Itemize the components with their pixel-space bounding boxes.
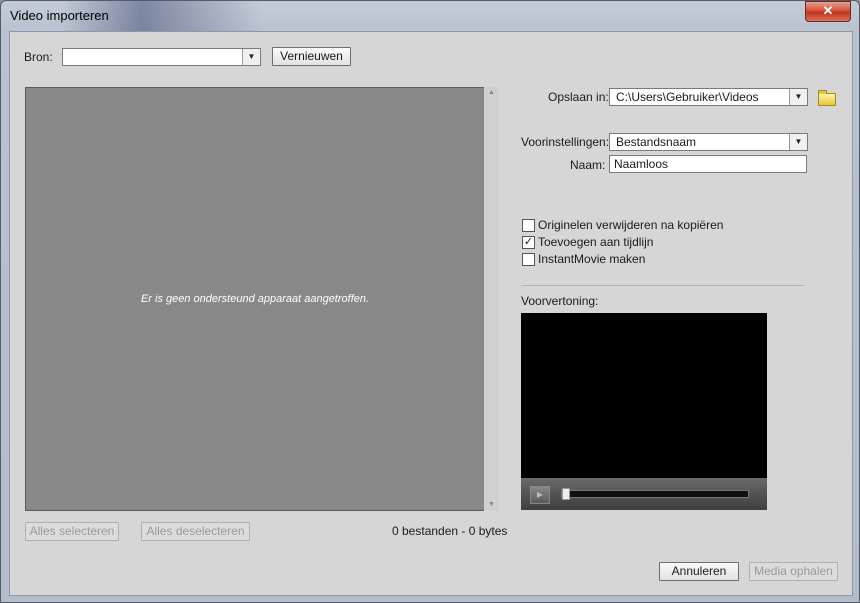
chevron-down-icon[interactable]: ▼	[789, 89, 807, 105]
name-value: Naamloos	[614, 157, 669, 171]
deselect-all-button[interactable]: Alles deselecteren	[141, 522, 250, 541]
chevron-down-icon[interactable]: ▼	[242, 49, 260, 65]
close-button[interactable]: ✕	[805, 1, 851, 22]
select-all-button[interactable]: Alles selecteren	[25, 522, 119, 541]
name-label: Naam:	[570, 158, 606, 172]
import-dialog: Video importeren ✕ Bron: ▼ Vernieuwen Er…	[0, 0, 860, 603]
chevron-down-icon[interactable]: ▼	[789, 134, 807, 150]
preview-controls: ▶	[521, 478, 767, 510]
name-field[interactable]: Naamloos	[609, 155, 807, 173]
cancel-button[interactable]: Annuleren	[659, 562, 739, 581]
scrubber-handle[interactable]	[562, 488, 570, 500]
source-label: Bron:	[24, 50, 53, 64]
presets-label: Voorinstellingen:	[521, 135, 610, 149]
source-dropdown[interactable]: ▼	[62, 48, 261, 66]
title-bar[interactable]: Video importeren ✕	[1, 1, 859, 31]
save-in-dropdown[interactable]: C:\Users\Gebruiker\Videos ▼	[609, 88, 808, 106]
scroll-down-icon[interactable]: ▼	[484, 499, 499, 511]
instantmovie-checkbox[interactable]	[522, 253, 535, 266]
instantmovie-label[interactable]: InstantMovie maken	[538, 252, 645, 266]
delete-originals-label[interactable]: Originelen verwijderen na kopiëren	[538, 218, 723, 232]
media-list[interactable]: Er is geen ondersteund apparaat aangetro…	[25, 87, 485, 511]
refresh-button[interactable]: Vernieuwen	[272, 47, 351, 66]
folder-icon[interactable]	[818, 90, 836, 106]
list-scrollbar[interactable]: ▲ ▼	[484, 87, 499, 511]
get-media-button[interactable]: Media ophalen	[749, 562, 838, 581]
add-to-timeline-checkbox[interactable]: ✓	[522, 236, 535, 249]
file-count-status: 0 bestanden - 0 bytes	[392, 524, 508, 538]
preview-scrubber[interactable]	[561, 488, 749, 500]
delete-originals-checkbox[interactable]	[522, 219, 535, 232]
save-path-value: C:\Users\Gebruiker\Videos	[616, 90, 759, 104]
video-preview: ▶	[521, 313, 767, 510]
presets-value: Bestandsnaam	[616, 135, 697, 149]
preview-label: Voorvertoning:	[521, 294, 599, 308]
dialog-body: Bron: ▼ Vernieuwen Er is geen ondersteun…	[9, 31, 853, 596]
window-title: Video importeren	[10, 8, 109, 23]
add-to-timeline-label[interactable]: Toevoegen aan tijdlijn	[538, 235, 653, 249]
divider	[521, 285, 804, 286]
scroll-up-icon[interactable]: ▲	[484, 87, 499, 99]
save-in-label: Opslaan in:	[548, 90, 609, 104]
empty-list-message: Er is geen ondersteund apparaat aangetro…	[140, 293, 370, 305]
play-icon[interactable]: ▶	[530, 486, 550, 504]
presets-dropdown[interactable]: Bestandsnaam ▼	[609, 133, 808, 151]
